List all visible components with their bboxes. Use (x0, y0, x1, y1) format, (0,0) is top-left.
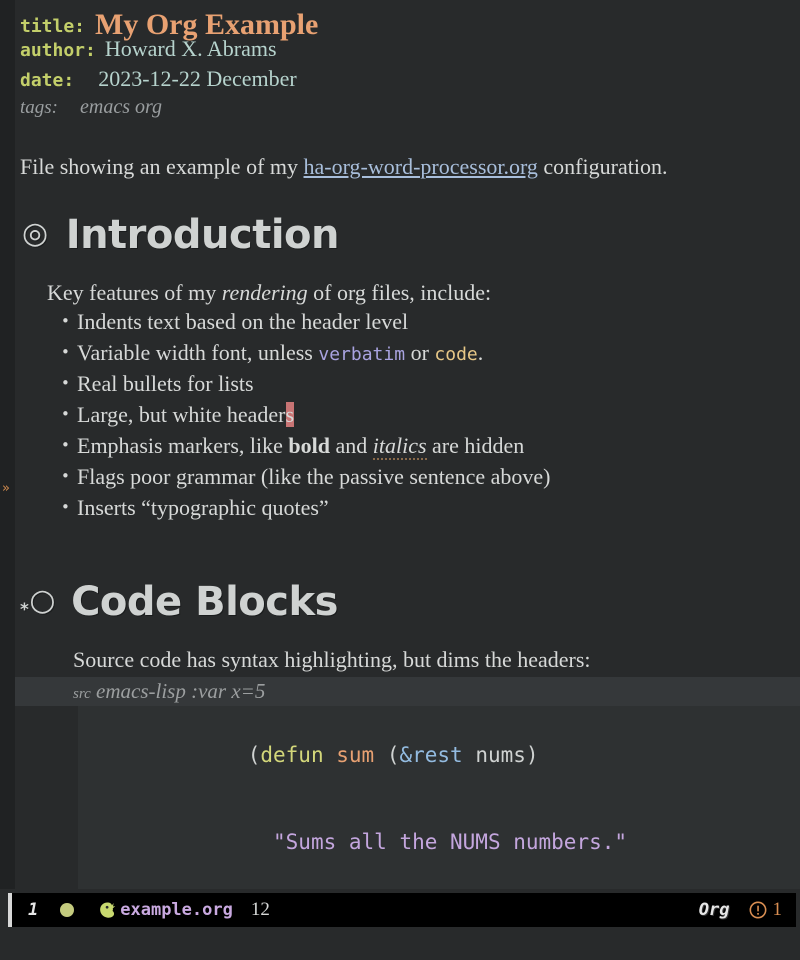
list-item-text: Flags poor grammar (like the passive sen… (77, 464, 551, 489)
heading-introduction[interactable]: ◎ Introduction (15, 212, 800, 258)
intro-paragraph: File showing an example of my ha-org-wor… (15, 154, 800, 180)
org-keyword-date-row: date: 2023-12-22 December (20, 66, 800, 96)
introduction-body: Key features of my rendering of org file… (15, 280, 800, 523)
document-tags: emacs org (80, 96, 163, 118)
list-item-text-pre: Variable width font, unless (77, 340, 319, 365)
list-item-text: Real bullets for lists (77, 371, 254, 396)
list-item-text: Indents text based on the header level (77, 309, 409, 334)
org-src-block[interactable]: src emacs-lisp :var x=5 (defun sum (&res… (15, 677, 800, 889)
left-fringe: » (0, 0, 15, 889)
list-item: • Flags poor grammar (like the passive se… (61, 461, 800, 492)
lead-in-before-italic: Key features of my (47, 280, 222, 305)
list-item: • Emphasis markers, like bold and italics… (61, 430, 800, 461)
code-line: (defun sum (&rest nums) (78, 712, 800, 799)
key-features-lead-in: Key features of my rendering of org file… (47, 280, 800, 306)
list-bullet-icon: • (61, 312, 70, 330)
code-token-keyword: defun (260, 743, 324, 767)
modeline-bar: 1 example.org 12 Org 1 (8, 893, 796, 927)
code-token-string: "Sums all the NUMS numbers." (273, 830, 628, 854)
code-line: "Sums all the NUMS numbers." (78, 799, 800, 886)
list-bullet-icon: • (61, 374, 70, 392)
code-blocks-body: Source code has syntax highlighting, but… (15, 647, 800, 889)
italic-text: italics (372, 433, 427, 460)
lead-in-italic: rendering (221, 280, 308, 305)
modeline-left-group: 1 example.org 12 (20, 899, 270, 921)
source-code-description: Source code has syntax highlighting, but… (73, 647, 591, 672)
list-bullet-icon: • (61, 467, 70, 485)
list-bullet-icon: • (61, 436, 70, 454)
list-bullet-icon: • (61, 498, 70, 516)
org-keyword-title-row: title: My Org Example (20, 6, 800, 41)
heading-star-icon: * (20, 600, 29, 620)
date-keyword-label: date: (20, 70, 75, 91)
heading-bullet-icon: ○ (29, 583, 56, 618)
document-title: My Org Example (95, 8, 319, 41)
org-keyword-tags-row: tags: emacs org (20, 96, 800, 126)
code-token: ( (374, 743, 400, 767)
list-item-text-mid: or (405, 340, 435, 365)
modeline-right-group: Org 1 (699, 899, 796, 921)
fringe-continuation-marker: » (2, 481, 10, 496)
org-file-link[interactable]: ha-org-word-processor.org (304, 154, 538, 179)
src-begin-tag: src (73, 686, 91, 702)
code-text: code (434, 344, 478, 365)
line-number[interactable]: 12 (251, 899, 270, 921)
modified-indicator-icon[interactable] (60, 903, 75, 917)
modeline: 1 example.org 12 Org 1 (0, 889, 800, 930)
code-token: nums) (462, 743, 539, 767)
emacs-frame: » title: My Org Example author: Howard X… (0, 0, 800, 960)
author-keyword-label: author: (20, 40, 96, 61)
intro-text-after-link: configuration. (537, 154, 668, 179)
echo-area[interactable] (0, 930, 800, 960)
code-token: ( (247, 743, 261, 767)
heading-code-blocks[interactable]: * ○ Code Blocks (15, 579, 800, 625)
list-bullet-icon: • (61, 343, 70, 361)
org-keyword-block: title: My Org Example author: Howard X. … (15, 0, 800, 126)
major-mode-label[interactable]: Org (699, 900, 730, 920)
window-number[interactable]: 1 (28, 900, 38, 920)
intro-text-before-link: File showing an example of my (20, 154, 304, 179)
document-date: 2023-12-22 December (98, 66, 297, 91)
list-item-text-pre: Large, but white header (77, 402, 286, 427)
list-item-text-mid: and (330, 433, 373, 458)
org-buffer[interactable]: title: My Org Example author: Howard X. … (15, 0, 800, 889)
title-keyword-label: title: (20, 16, 86, 37)
error-count: 1 (772, 899, 783, 920)
list-bullet-icon: • (61, 405, 70, 423)
heading-bullet-icon: ◎ (22, 216, 48, 251)
bold-text: bold (288, 433, 330, 458)
list-item: • Large, but white headers (61, 399, 800, 430)
list-item-text-post: are hidden (426, 433, 525, 458)
buffer-name[interactable]: example.org (120, 900, 233, 920)
code-token-argkeyword: &rest (399, 743, 463, 767)
list-item-text: Inserts “typographic quotes” (77, 495, 329, 520)
list-item: • Inserts “typographic quotes” (61, 492, 800, 523)
text-cursor: s (285, 402, 295, 427)
heading-code-blocks-label: Code Blocks (71, 579, 338, 625)
list-item: • Real bullets for lists (61, 368, 800, 399)
feature-list: • Indents text based on the header level … (47, 306, 800, 523)
list-item-text-post: . (477, 340, 484, 365)
src-block-code[interactable]: (defun sum (&rest nums) "Sums all the NU… (78, 706, 800, 889)
src-begin-args: emacs-lisp :var x=5 (96, 679, 266, 703)
src-block-begin-line: src emacs-lisp :var x=5 (15, 677, 800, 706)
gnu-emacs-icon (96, 899, 118, 921)
tags-keyword-label: tags: (20, 97, 58, 118)
list-item: • Variable width font, unless verbatim or… (61, 337, 800, 368)
exclamation-circle-icon[interactable] (748, 900, 768, 920)
list-item-text-pre: Emphasis markers, like (77, 433, 289, 458)
code-token-function: sum (336, 743, 375, 767)
verbatim-text: verbatim (318, 344, 406, 365)
lead-in-after-italic: of org files, include: (307, 280, 492, 305)
heading-introduction-label: Introduction (65, 212, 340, 258)
list-item: • Indents text based on the header level (61, 306, 800, 337)
